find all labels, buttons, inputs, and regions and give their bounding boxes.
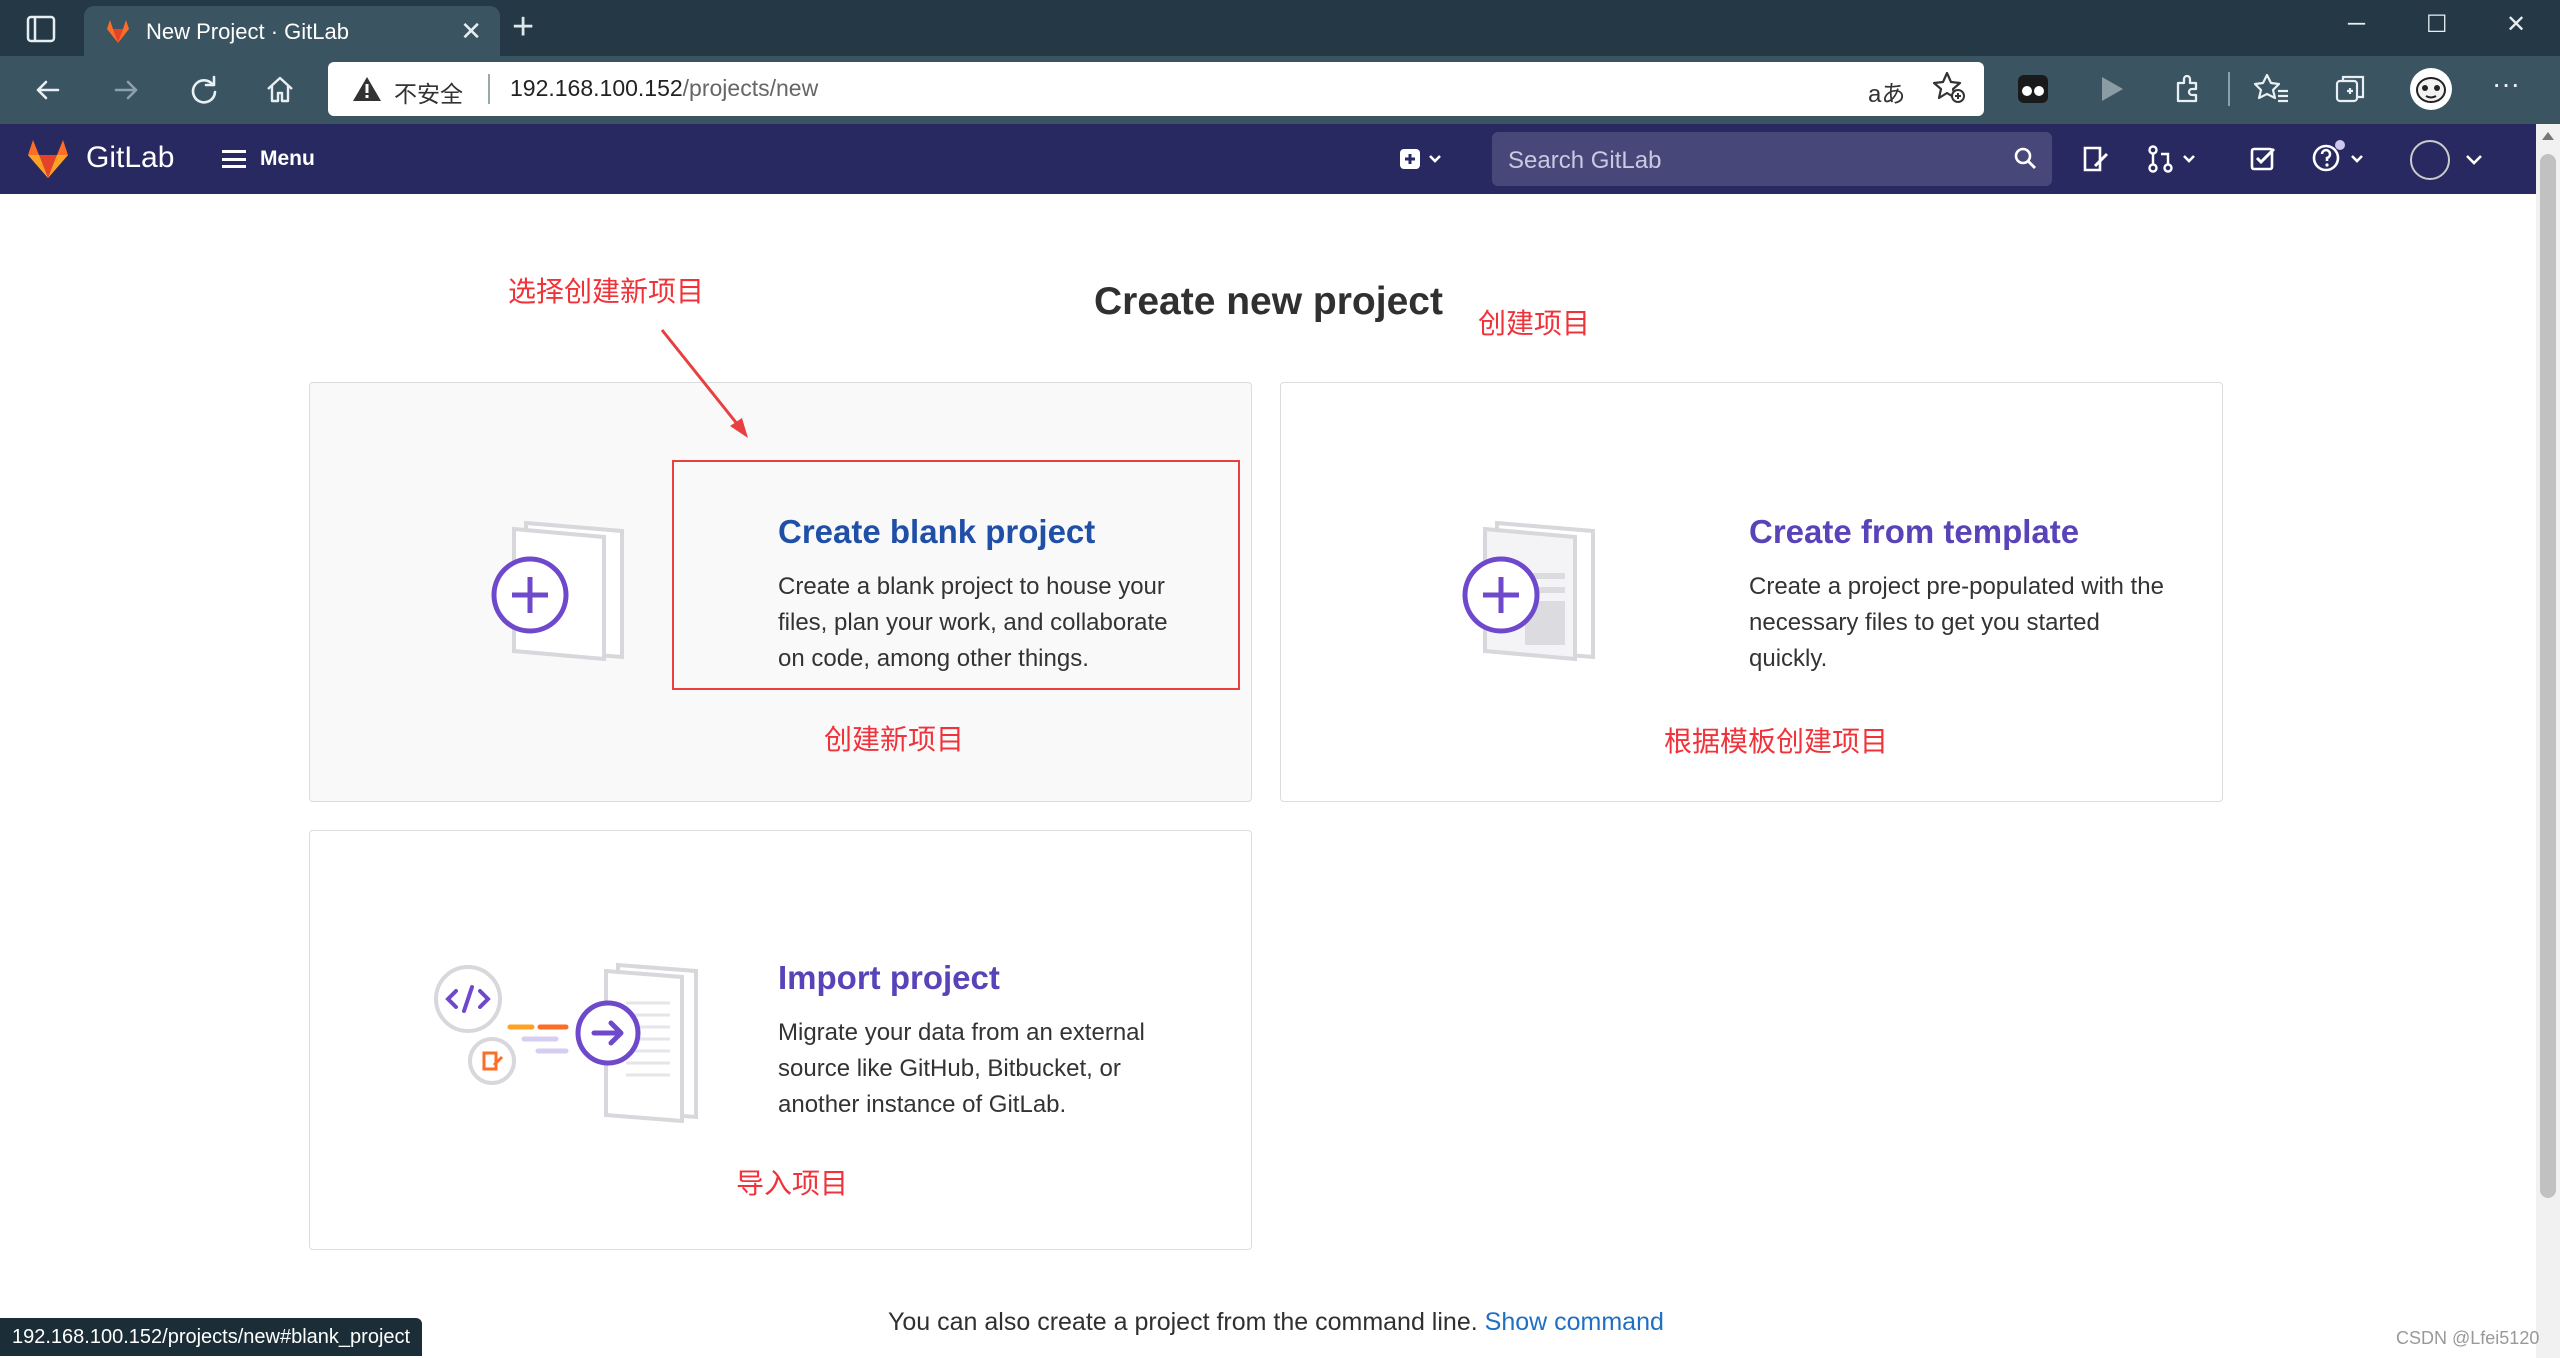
create-from-template-title[interactable]: Create from template [1749,513,2079,551]
back-icon[interactable] [28,70,68,110]
annotation-select-new: 选择创建新项目 [508,275,705,308]
blank-project-illustration-icon [491,520,624,662]
issues-icon[interactable] [2080,144,2110,174]
help-icon[interactable] [2310,138,2372,178]
home-icon[interactable] [260,70,300,110]
gitlab-logo-icon[interactable] [26,138,70,180]
tab-close-icon[interactable]: ✕ [460,16,482,47]
profile-avatar-icon[interactable] [2408,66,2454,112]
add-favorite-icon[interactable] [1932,70,1966,104]
menu-button[interactable]: Menu [222,142,315,176]
import-project-title[interactable]: Import project [778,959,1000,997]
read-aloud-icon[interactable]: aあ [1868,74,1905,109]
gitlab-favicon-icon [107,20,129,43]
search-icon [2014,147,2036,169]
toolbar-separator [2228,72,2230,106]
command-line-text: You can also create a project from the c… [888,1308,1478,1336]
collections-icon[interactable] [2334,72,2368,106]
new-tab-button[interactable]: + [512,6,534,49]
minimize-button[interactable]: ─ [2348,10,2365,38]
hamburger-icon [222,150,246,168]
tab-actions-icon[interactable] [24,12,58,46]
import-illustration-icon [434,962,698,1123]
gitlab-brand[interactable]: GitLab [86,141,174,175]
scroll-up-arrow-icon[interactable] [2542,132,2554,140]
maximize-button[interactable]: ☐ [2426,10,2448,39]
page-title: Create new project [1094,280,1443,323]
extensions-icon[interactable] [2170,72,2204,106]
chevron-down-icon[interactable] [2464,152,2484,168]
page-scrollbar[interactable] [2536,124,2560,1358]
browser-tab-bar: New Project · GitLab ✕ + ─ ☐ ✕ [0,0,2560,56]
address-separator [488,74,490,104]
annotation-from-template: 根据模板创建项目 [1664,725,1889,758]
more-options-icon[interactable]: ··· [2492,68,2520,100]
menu-label: Menu [260,147,315,170]
url-path: /projects/new [682,75,819,101]
gitlab-top-nav: GitLab Menu Search GitLab [0,124,2536,194]
warning-icon[interactable] [352,75,382,103]
url-text[interactable]: 192.168.100.152/projects/new [510,75,818,102]
annotation-highlight-box [672,460,1240,690]
import-project-description: Migrate your data from an external sourc… [778,1019,1145,1118]
insecure-label[interactable]: 不安全 [394,75,463,109]
new-item-dropdown-icon[interactable] [1398,146,1446,172]
status-bar-url: 192.168.100.152/projects/new#blank_proje… [0,1318,423,1356]
annotation-create-project: 创建项目 [1478,307,1591,340]
csdn-watermark: CSDN @Lfei5120 [2396,1328,2540,1348]
template-illustration-icon [1462,520,1595,662]
command-line-hint: You can also create a project from the c… [888,1308,1664,1337]
show-command-link[interactable]: Show command [1485,1308,1664,1336]
create-from-template-description: Create a project pre-populated with the … [1749,573,2164,672]
reload-icon[interactable] [184,70,224,110]
close-window-button[interactable]: ✕ [2506,10,2526,39]
todos-icon[interactable] [2248,144,2278,174]
browser-tab-active[interactable]: New Project · GitLab ✕ [84,6,500,56]
url-host: 192.168.100.152 [510,75,683,101]
scrollbar-thumb[interactable] [2540,154,2556,1198]
search-placeholder: Search GitLab [1508,147,1662,174]
tab-title: New Project · GitLab [146,19,349,44]
forward-icon[interactable] [106,70,146,110]
extension-glasses-icon[interactable] [2016,72,2050,106]
merge-requests-icon[interactable] [2146,144,2202,174]
annotation-create-new: 创建新项目 [824,723,965,756]
address-bar[interactable]: 不安全 192.168.100.152/projects/new aあ [328,62,1984,116]
favorites-icon[interactable] [2254,72,2290,106]
search-input[interactable]: Search GitLab [1492,132,2052,186]
user-avatar[interactable] [2410,140,2450,180]
annotation-import: 导入项目 [736,1167,849,1200]
play-icon[interactable] [2094,72,2128,106]
annotation-arrow-icon [660,329,748,438]
